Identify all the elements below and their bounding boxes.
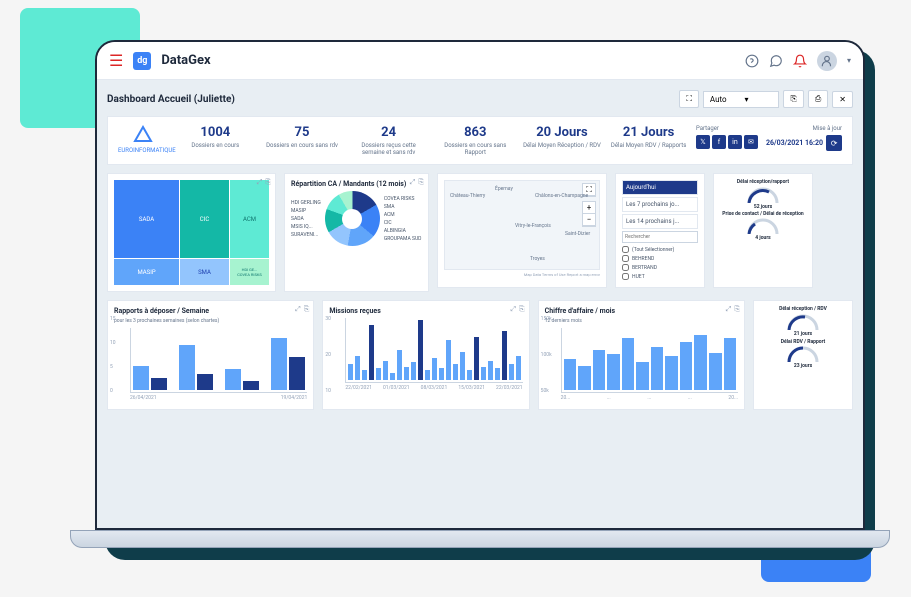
treemap-cell[interactable]: SADA (114, 180, 179, 258)
gauge-reception-rapport (747, 187, 779, 203)
pie-legend-right: COVEA RISKSSMAACMCICALBINGIAGROUPAMA SUD (384, 195, 422, 243)
card-action-icon[interactable]: ⤢ (510, 305, 516, 314)
rapports-chart-card: ⤢⎘ Rapports à déposer / Semaine pour les… (107, 300, 314, 410)
card-action-icon[interactable]: ⎘ (519, 305, 525, 314)
rapports-bar-chart[interactable] (130, 328, 307, 393)
map[interactable]: ⛶ +− Épernay Château-Thierry Châlons-en-… (444, 180, 600, 270)
bell-icon[interactable] (793, 54, 807, 68)
map-zoom-out-icon[interactable]: − (583, 214, 595, 226)
gauges-card-2: Délai réception / RDV 21 jours Délai RDV… (753, 300, 853, 410)
card-action-icon[interactable]: ⤢ (410, 178, 416, 187)
share-twitter-icon[interactable]: 𝕏 (696, 135, 710, 149)
card-action-icon[interactable]: ⎘ (265, 178, 271, 187)
share-label: Partager (696, 125, 758, 132)
filter-next7[interactable]: Les 7 prochains jo... (622, 197, 698, 212)
company-logo: EUROINFORMATIQUE (118, 125, 168, 154)
kpi-row: EUROINFORMATIQUE 1004Dossiers en cours 7… (107, 116, 853, 165)
avatar[interactable] (817, 51, 837, 71)
menu-icon[interactable]: ☰ (109, 51, 123, 70)
ca-chart-card: ⤢⎘ Chiffre d'affaire / mois 12 derniers … (538, 300, 745, 410)
kpi-dossiers-cours: 1004Dossiers en cours (176, 125, 255, 149)
card-action-icon[interactable]: ⎘ (734, 305, 740, 314)
update-date: 26/03/2021 16:20 (766, 139, 823, 147)
card-action-icon[interactable]: ⎘ (418, 178, 424, 187)
map-zoom-in-icon[interactable]: + (583, 202, 595, 214)
update-label: Mise à jour (813, 125, 842, 132)
gauge-contact-reception (747, 218, 779, 234)
kpi-sans-rdv: 75Dossiers en cours sans rdv (263, 125, 342, 149)
dashboard-title: Dashboard Accueil (Juliette) (107, 94, 235, 105)
pie-card: ⤢⎘ Répartition CA / Mandants (12 mois) H… (284, 173, 429, 292)
auto-select[interactable]: Auto ▾ (703, 91, 780, 108)
brand-name: DataGex (161, 53, 210, 68)
filter-opt[interactable]: BEHREND (622, 255, 698, 262)
missions-chart-card: ⤢⎘ Missions reçues 302010 22/02/202101/0… (322, 300, 529, 410)
kpi-delai-rdv: 21 JoursDélai Moyen RDV / Rapports (609, 125, 688, 149)
filter-next14[interactable]: Les 14 prochains j... (622, 214, 698, 229)
kpi-sans-rapport: 863Dossiers en cours sans Rapport (436, 125, 515, 156)
pie-chart[interactable] (325, 191, 380, 246)
user-dropdown-icon[interactable]: ▾ (847, 56, 851, 65)
share-facebook-icon[interactable]: f (712, 135, 726, 149)
close-icon[interactable]: ✕ (832, 91, 853, 108)
treemap-cell[interactable]: HDI GE...COVEA RISKS (230, 259, 269, 285)
treemap-cell[interactable]: CIC (180, 180, 229, 258)
print-icon[interactable]: ⎙ (808, 90, 828, 108)
export-icon[interactable]: ⎘ (783, 90, 803, 108)
pie-legend-left: HDI GERLINGMASIPSADAMSIS IQ...SURAVENI..… (291, 199, 321, 239)
map-card: ⛶ +− Épernay Château-Thierry Châlons-en-… (437, 173, 607, 288)
gauge-reception-rdv (787, 314, 819, 330)
refresh-icon[interactable]: ⟳ (826, 135, 842, 151)
help-icon[interactable] (745, 54, 759, 68)
kpi-recus-semaine: 24Dossiers reçus cette semaine et sans r… (349, 125, 428, 156)
treemap-card: ⤢⎘ SADA CIC ACM MASIP SMA HDI GE...COVEA… (107, 173, 276, 292)
kpi-delai-reception: 20 JoursDélai Moyen Réception / RDV (523, 125, 602, 149)
filter-search-input[interactable] (622, 231, 698, 243)
share-linkedin-icon[interactable]: in (728, 135, 742, 149)
map-footer: Map Data Terms of Use Report a map error (444, 272, 600, 277)
ca-bar-chart[interactable] (561, 328, 738, 393)
filter-selectall[interactable]: (Tout Sélectionner) (622, 246, 698, 253)
filter-today[interactable]: Aujourd'hui (622, 180, 698, 195)
filter-opt[interactable]: BERTRAND (622, 264, 698, 271)
card-action-icon[interactable]: ⎘ (304, 305, 310, 314)
treemap-cell[interactable]: SMA (180, 259, 229, 285)
expand-icon[interactable]: ⛶ (679, 90, 699, 108)
card-action-icon[interactable]: ⤢ (257, 178, 263, 187)
share-mail-icon[interactable]: ✉ (744, 135, 758, 149)
gauge-rdv-rapport (787, 346, 819, 362)
topbar: ☰ dg DataGex ▾ (97, 42, 863, 80)
app-logo: dg (133, 52, 151, 70)
filter-opt[interactable]: HUET (622, 273, 698, 280)
missions-bar-chart[interactable] (345, 318, 522, 383)
chat-icon[interactable] (769, 54, 783, 68)
filter-card: Aujourd'hui Les 7 prochains jo... Les 14… (615, 173, 705, 288)
card-action-icon[interactable]: ⤢ (295, 305, 301, 314)
treemap-cell[interactable]: MASIP (114, 259, 179, 285)
card-action-icon[interactable]: ⤢ (726, 305, 732, 314)
gauges-card-1: Délai réception/rapport 52 jours Prise d… (713, 173, 813, 288)
treemap-cell[interactable]: ACM (230, 180, 269, 258)
